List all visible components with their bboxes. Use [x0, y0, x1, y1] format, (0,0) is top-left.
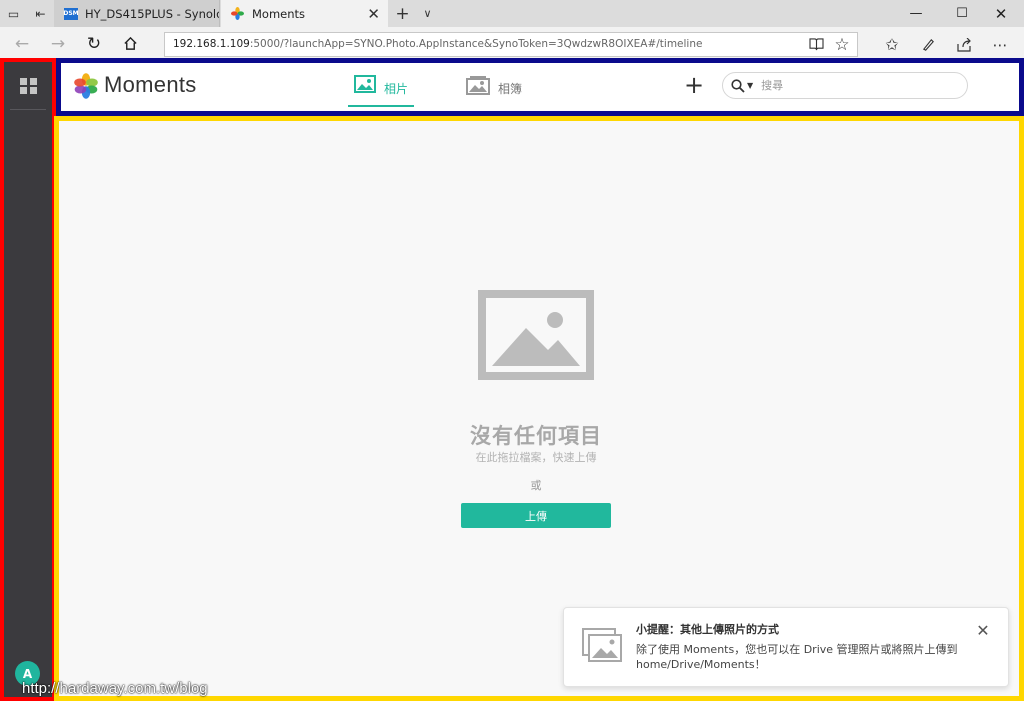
sidebar-divider — [10, 109, 46, 110]
dsm-favicon-icon: DSM — [63, 7, 79, 20]
tab-aside-icon[interactable]: ▭ — [0, 0, 27, 27]
tab-label: 相簿 — [498, 82, 523, 96]
grid-cell — [30, 78, 37, 85]
empty-image-placeholder-icon — [478, 290, 594, 380]
new-tab-icon[interactable]: + — [389, 0, 416, 27]
browser-tab-title: HY_DS415PLUS - Synology I — [85, 6, 219, 21]
search-box[interactable]: ▼ — [722, 72, 968, 99]
pen-glyph — [922, 38, 934, 51]
watermark-text: http://hardaway.com.tw/blog — [22, 680, 208, 697]
empty-state-hint: 在此拖拉檔案，快速上傳 — [475, 451, 597, 464]
minimize-window-icon[interactable]: — — [893, 0, 939, 27]
album-icon — [466, 76, 490, 95]
search-icon[interactable] — [731, 78, 745, 93]
close-tab-icon[interactable]: ✕ — [367, 5, 380, 23]
url-path: :5000/?launchApp=SYNO.Photo.AppInstance&… — [249, 38, 703, 50]
back-arrow-icon[interactable]: ← — [5, 27, 39, 60]
photos-stack-icon — [582, 628, 622, 662]
moments-favicon-icon — [231, 7, 244, 20]
url-field[interactable]: 192.168.1.109:5000/?launchApp=SYNO.Photo… — [164, 32, 858, 57]
tab-photos[interactable]: 相片 — [348, 75, 414, 107]
close-icon[interactable]: ✕ — [973, 620, 993, 640]
favorite-star-icon[interactable]: ☆ — [830, 32, 854, 57]
tip-title: 小提醒：其他上傳照片的方式 — [636, 623, 779, 636]
browser-tab-dsm[interactable]: DSM HY_DS415PLUS - Synology I — [54, 0, 220, 27]
refresh-icon[interactable]: ↻ — [77, 27, 111, 60]
app-title: Moments — [104, 72, 197, 97]
main-menu-grid-icon[interactable] — [18, 75, 40, 97]
search-input[interactable] — [761, 79, 942, 92]
set-aside-tabs-icon[interactable]: ⇤ — [27, 0, 54, 27]
url-host: 192.168.1.109 — [173, 38, 250, 50]
or-separator: 或 — [530, 479, 542, 492]
photo-icon — [354, 75, 376, 93]
tab-list-chevron-icon[interactable]: ∨ — [414, 0, 441, 27]
more-options-icon[interactable]: ⋯ — [988, 32, 1012, 57]
tip-body: 除了使用 Moments，您也可以在 Drive 管理照片或將照片上傳到 hom… — [636, 643, 958, 671]
empty-state-title: 沒有任何項目 — [470, 424, 602, 448]
moments-logo-icon — [74, 73, 98, 99]
grid-cell — [30, 87, 37, 94]
close-window-icon[interactable]: ✕ — [978, 0, 1024, 27]
reading-view-icon[interactable] — [804, 32, 828, 57]
left-sidebar — [0, 58, 56, 701]
web-note-pen-icon[interactable] — [916, 32, 940, 57]
book-glyph — [808, 38, 824, 51]
add-icon[interactable]: + — [683, 71, 705, 99]
upload-button[interactable]: 上傳 — [461, 503, 611, 528]
favorites-hub-icon[interactable]: ✩ — [880, 32, 904, 57]
grid-cell — [20, 87, 27, 94]
share-glyph — [957, 37, 971, 52]
forward-arrow-icon[interactable]: → — [41, 27, 75, 60]
home-glyph — [123, 36, 137, 50]
home-icon[interactable] — [113, 27, 147, 60]
chevron-down-icon[interactable]: ▼ — [747, 81, 753, 90]
share-icon[interactable] — [952, 32, 976, 57]
grid-cell — [20, 78, 27, 85]
tab-albums[interactable]: 相簿 — [466, 75, 536, 107]
browser-tab-moments[interactable]: Moments ✕ — [221, 0, 388, 27]
tab-label: 相片 — [384, 82, 409, 96]
browser-tab-title: Moments — [252, 6, 306, 21]
